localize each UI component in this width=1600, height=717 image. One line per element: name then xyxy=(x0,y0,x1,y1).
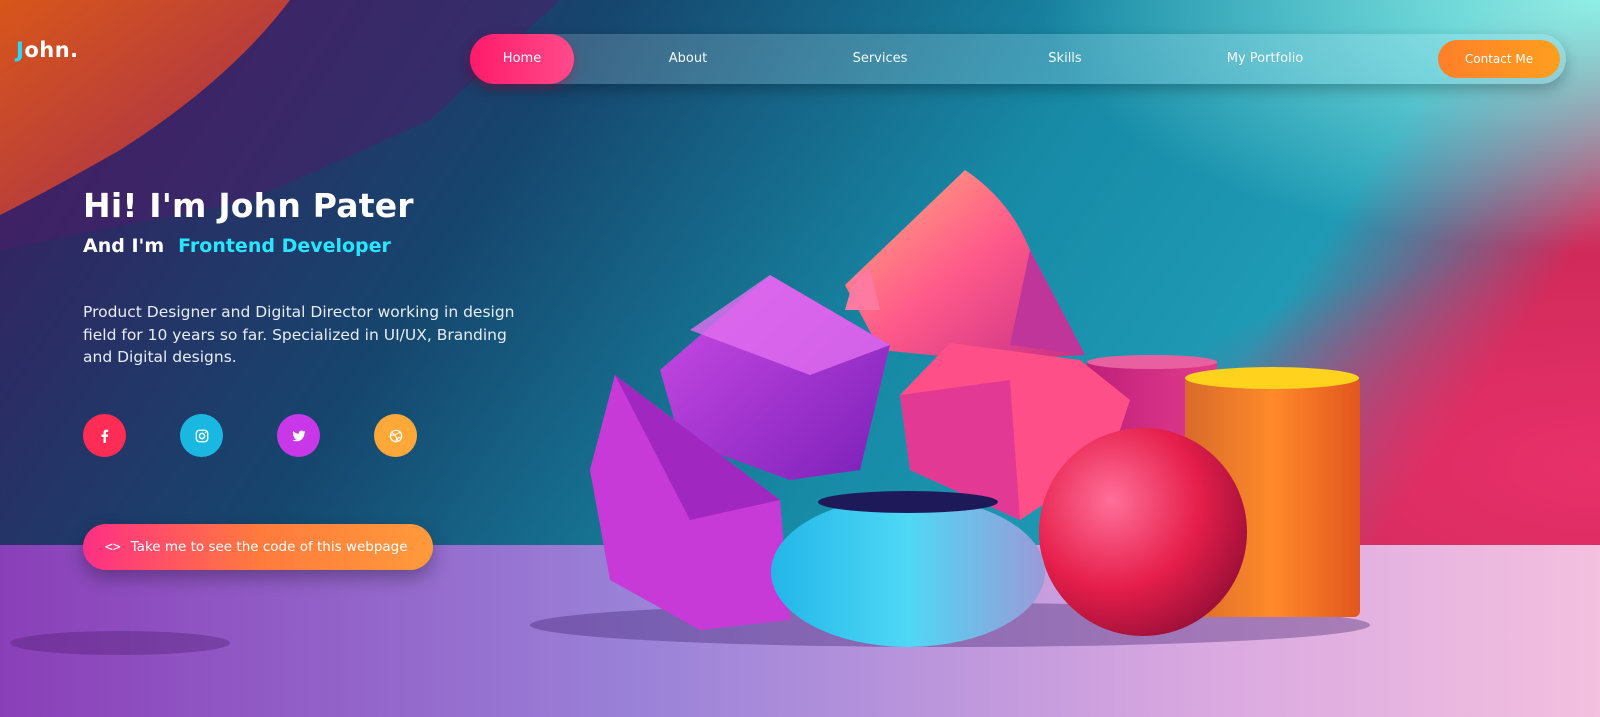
instagram-icon xyxy=(195,429,208,442)
dribbble-icon xyxy=(389,429,402,442)
instagram-link[interactable] xyxy=(180,414,223,457)
dribbble-link[interactable] xyxy=(374,414,417,457)
nav-about[interactable]: About xyxy=(638,34,738,84)
contact-me-button[interactable]: Contact Me xyxy=(1438,40,1560,78)
logo-text: ohn. xyxy=(24,38,79,62)
hero-title: Hi! I'm John Pater xyxy=(83,186,414,225)
facebook-link[interactable] xyxy=(83,414,126,457)
hero-subtitle-prefix: And I'm xyxy=(83,235,165,257)
twitter-icon xyxy=(291,430,306,441)
hero-description: Product Designer and Digital Director wo… xyxy=(83,303,515,366)
main-navigation: Home About Services Skills My Portfolio … xyxy=(470,34,1566,84)
site-logo[interactable]: John. xyxy=(16,38,79,62)
nav-services[interactable]: Services xyxy=(825,34,935,84)
twitter-link[interactable] xyxy=(277,414,320,457)
nav-skills[interactable]: Skills xyxy=(1015,34,1115,84)
nav-home[interactable]: Home xyxy=(470,34,574,84)
code-icon: <> xyxy=(105,539,121,555)
hero-intro: Hi! I'm John Pater And I'm Frontend Devel… xyxy=(83,186,523,384)
hero-subtitle: And I'm Frontend Developer xyxy=(83,235,523,257)
hero-role: Frontend Developer xyxy=(178,235,391,257)
facebook-icon xyxy=(101,429,108,443)
view-source-label: Take me to see the code of this webpage xyxy=(130,539,408,555)
view-source-button[interactable]: <> Take me to see the code of this webpa… xyxy=(83,524,433,570)
nav-my-portfolio[interactable]: My Portfolio xyxy=(1200,34,1330,84)
